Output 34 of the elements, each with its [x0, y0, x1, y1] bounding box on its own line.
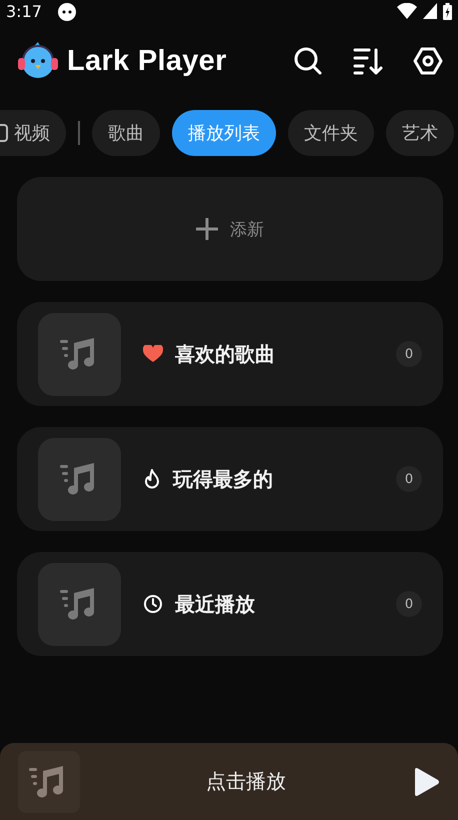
playlist-card[interactable]: 玩得最多的 0: [17, 427, 443, 531]
song-count: 0: [396, 591, 422, 617]
signal-icon: [423, 3, 437, 19]
status-time: 3:17: [6, 2, 42, 20]
playlist-name: 玩得最多的: [173, 466, 273, 492]
playlist-card[interactable]: 最近播放 0: [17, 552, 443, 656]
flame-icon: [143, 469, 161, 489]
app-title: Lark Player: [67, 44, 227, 78]
play-icon: [412, 766, 440, 796]
playlist-name: 最近播放: [175, 590, 255, 618]
heart-icon: [143, 345, 163, 363]
settings-icon: [413, 46, 443, 76]
category-tab[interactable]: 歌曲: [92, 110, 160, 156]
category-tab[interactable]: 文件夹: [288, 110, 374, 156]
song-count: 0: [396, 466, 422, 492]
sort-icon: [353, 47, 383, 75]
clock-icon: [143, 594, 163, 614]
mini-player[interactable]: 点击播放: [0, 743, 458, 820]
song-count: 0: [396, 341, 422, 367]
bird-logo-icon: [17, 41, 59, 81]
settings-button[interactable]: [413, 46, 443, 76]
plus-icon: [196, 218, 218, 240]
search-button[interactable]: [293, 46, 323, 76]
playlist-name: 喜欢的歌曲: [175, 340, 275, 368]
sort-button[interactable]: [353, 47, 383, 75]
category-tab[interactable]: 视频: [0, 110, 66, 156]
play-prompt: 点击播放: [205, 768, 287, 795]
battery-icon: [443, 2, 452, 20]
search-icon: [293, 46, 323, 76]
add-playlist-button[interactable]: 添新: [17, 177, 443, 281]
play-button[interactable]: [412, 766, 440, 796]
playlist-card[interactable]: 喜欢的歌曲 0: [17, 302, 443, 406]
category-tab[interactable]: 艺术: [386, 110, 454, 156]
wifi-icon: [397, 3, 417, 19]
